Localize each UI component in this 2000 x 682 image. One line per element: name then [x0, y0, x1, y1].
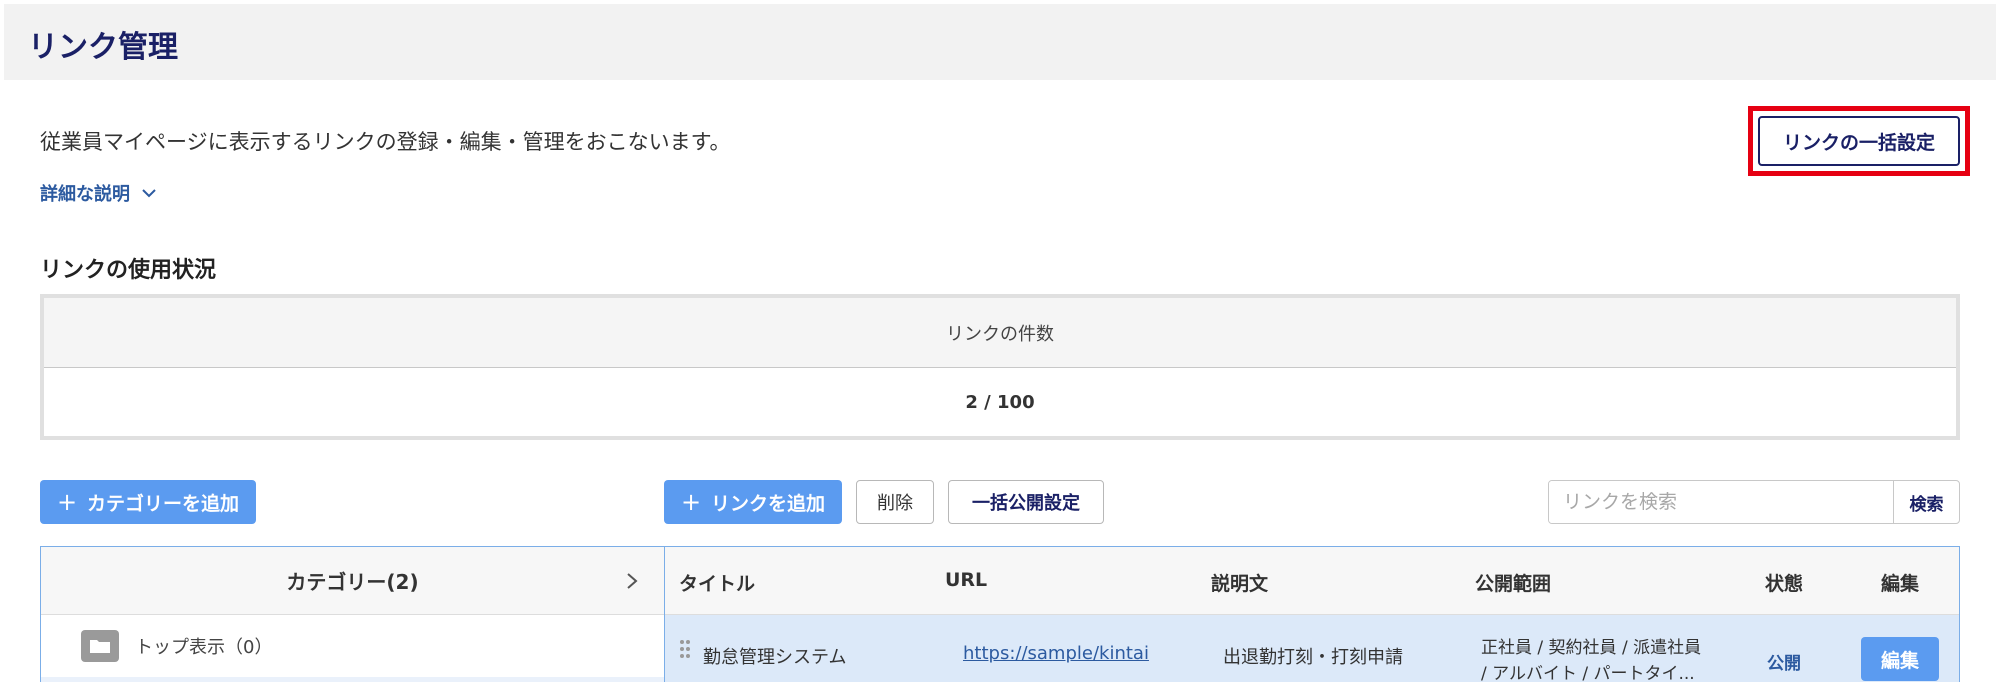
column-title: タイトル — [679, 573, 756, 595]
page-title: リンク管理 — [28, 30, 178, 65]
row-scope-line: / アルバイト / パートタイ... — [1481, 664, 1695, 682]
row-description: 出退勤打刻・打刻申請 — [1223, 647, 1403, 668]
detail-explanation-toggle[interactable]: 詳細な説明 — [40, 180, 158, 206]
column-url: URL — [945, 569, 988, 591]
plus-icon: + — [680, 488, 702, 516]
category-panel: カテゴリー(2) トップ表示（0） — [40, 546, 664, 682]
bulk-publish-settings-button[interactable]: 一括公開設定 — [948, 480, 1104, 524]
usage-count: 2 / 100 — [965, 391, 1035, 413]
row-edit-button[interactable]: 編集 — [1861, 637, 1939, 681]
link-search-input[interactable] — [1549, 481, 1893, 523]
link-search: 検索 — [1548, 480, 1960, 524]
category-item-label: トップ表示（0） — [135, 637, 273, 658]
link-table: タイトル URL 説明文 公開範囲 状態 編集 勤怠管理システム https:/… — [664, 546, 1960, 682]
chevron-right-icon[interactable] — [624, 571, 640, 591]
delete-button[interactable]: 削除 — [856, 480, 934, 524]
add-link-button[interactable]: + リンクを追加 — [664, 480, 842, 524]
row-scope: 正社員 / 契約社員 / 派遣社員 / アルバイト / パートタイ... — [1481, 635, 1731, 682]
category-item[interactable]: トップ表示（0） — [41, 615, 664, 677]
add-link-label: リンクを追加 — [711, 492, 826, 515]
column-description: 説明文 — [1211, 573, 1269, 595]
usage-table: リンクの件数 2 / 100 — [40, 294, 1960, 440]
column-scope: 公開範囲 — [1475, 573, 1552, 595]
page-description: 従業員マイページに表示するリンクの登録・編集・管理をおこないます。 — [40, 130, 731, 154]
add-category-button[interactable]: + カテゴリーを追加 — [40, 480, 256, 524]
column-edit: 編集 — [1881, 573, 1920, 595]
link-table-header: タイトル URL 説明文 公開範囲 状態 編集 — [665, 547, 1959, 615]
detail-explanation-label: 詳細な説明 — [40, 184, 130, 205]
category-item-next — [41, 677, 664, 682]
folder-icon — [81, 630, 119, 662]
column-status: 状態 — [1765, 573, 1804, 595]
bulk-link-settings-button[interactable]: リンクの一括設定 — [1758, 116, 1960, 166]
row-url-link[interactable]: https://sample/kintai — [963, 643, 1149, 664]
usage-section-title: リンクの使用状況 — [40, 258, 217, 283]
plus-icon: + — [56, 488, 78, 516]
add-category-label: カテゴリーを追加 — [87, 492, 240, 515]
category-panel-header: カテゴリー(2) — [41, 547, 664, 615]
row-title: 勤怠管理システム — [703, 647, 847, 668]
category-panel-title: カテゴリー(2) — [286, 570, 419, 594]
chevron-down-icon — [142, 189, 156, 198]
page-header: リンク管理 — [4, 4, 1996, 80]
usage-header: リンクの件数 — [44, 298, 1956, 368]
search-button[interactable]: 検索 — [1893, 481, 1959, 523]
row-status-toggle[interactable]: 公開 — [1767, 649, 1801, 674]
drag-handle-icon[interactable] — [679, 639, 691, 659]
table-row[interactable]: 勤怠管理システム https://sample/kintai 出退勤打刻・打刻申… — [665, 615, 1959, 682]
row-scope-line: 正社員 / 契約社員 / 派遣社員 — [1481, 638, 1702, 658]
